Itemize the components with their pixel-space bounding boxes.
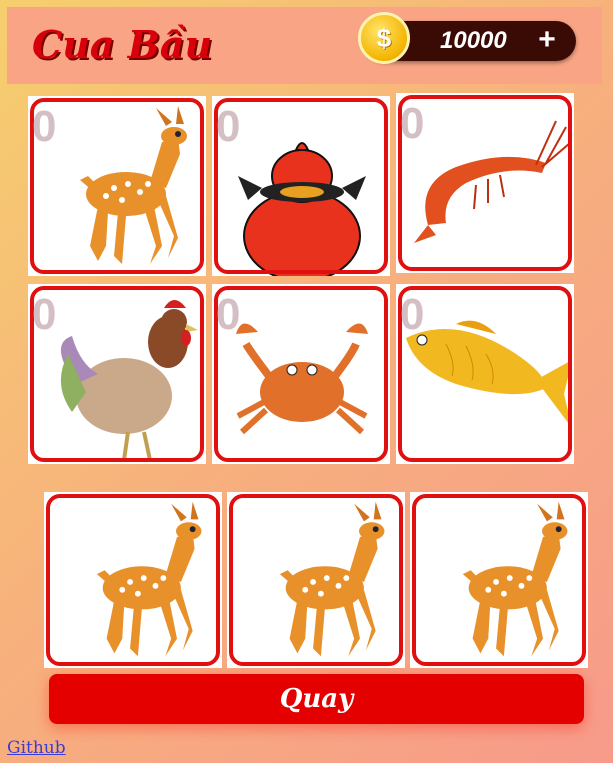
add-coins-button[interactable]: + xyxy=(535,24,559,56)
bet-tile-deer[interactable]: 0 xyxy=(28,96,206,276)
bet-tile-crab[interactable]: 0 xyxy=(212,284,390,464)
bet-count: 0 xyxy=(32,290,57,339)
result-die-1 xyxy=(44,492,222,668)
bet-tile-rooster[interactable]: 0 xyxy=(28,284,206,464)
bet-count: 0 xyxy=(216,102,241,151)
app-logo: Cua Bầu xyxy=(32,22,213,67)
bet-count: 0 xyxy=(32,102,57,151)
bet-count: 0 xyxy=(400,290,425,339)
balance-value: 10000 xyxy=(440,27,507,54)
spin-button[interactable]: Quay xyxy=(49,674,584,724)
coin-icon: $ xyxy=(358,12,410,64)
result-die-2 xyxy=(227,492,405,668)
bet-tile-fish[interactable]: 0 xyxy=(396,284,574,464)
bet-count: 0 xyxy=(400,99,425,148)
bet-tile-shrimp[interactable]: 0 xyxy=(396,93,574,273)
bet-tile-gourd[interactable]: 0 xyxy=(212,96,390,276)
result-die-3 xyxy=(410,492,588,668)
github-link[interactable]: Github xyxy=(7,738,66,758)
bet-count: 0 xyxy=(216,290,241,339)
